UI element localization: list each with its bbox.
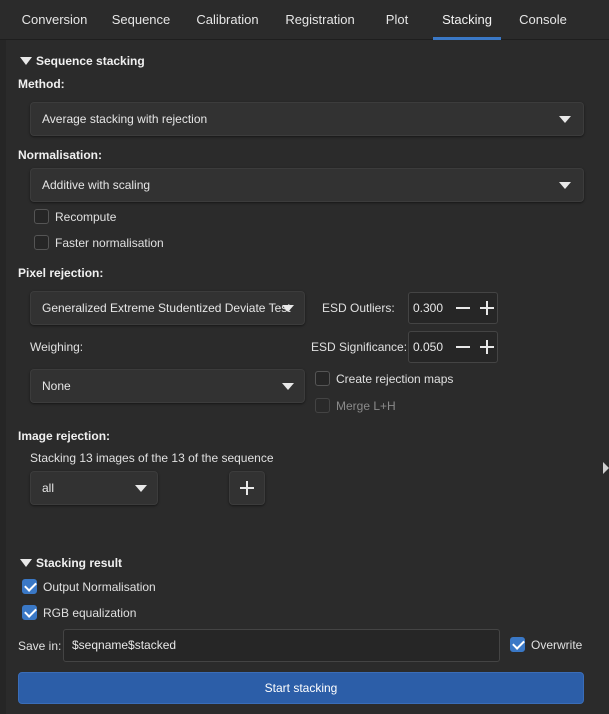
start-stacking-button[interactable]: Start stacking xyxy=(18,672,584,704)
image-filter-value: all xyxy=(42,481,55,495)
weighing-label: Weighing: xyxy=(30,340,84,354)
rgb-equalization-label: RGB equalization xyxy=(43,605,137,620)
create-rejection-maps-label: Create rejection maps xyxy=(336,371,454,386)
method-dropdown[interactable]: Average stacking with rejection xyxy=(30,102,584,136)
plus-icon[interactable] xyxy=(477,337,497,357)
image-rejection-label: Image rejection: xyxy=(18,429,111,443)
method-value: Average stacking with rejection xyxy=(42,112,208,126)
esd-outliers-value[interactable]: 0.300 xyxy=(413,293,443,323)
chevron-down-icon xyxy=(559,116,571,123)
chevron-down-icon xyxy=(282,305,294,312)
plus-icon[interactable] xyxy=(477,298,497,318)
output-normalisation-checkbox[interactable]: Output Normalisation xyxy=(22,579,156,594)
save-in-label: Save in: xyxy=(18,639,62,653)
collapse-triangle-icon xyxy=(20,57,32,65)
tab-stacking[interactable]: Stacking xyxy=(433,0,501,40)
checkbox-box[interactable] xyxy=(22,579,37,594)
esd-outliers-spinbox[interactable]: 0.300 xyxy=(408,292,498,324)
stacking-info-text: Stacking 13 images of the 13 of the sequ… xyxy=(30,451,274,465)
merge-lh-label: Merge L+H xyxy=(336,398,396,413)
esd-significance-spinbox[interactable]: 0.050 xyxy=(408,331,498,363)
tab-registration[interactable]: Registration xyxy=(280,0,360,40)
recompute-checkbox[interactable]: Recompute xyxy=(34,209,116,224)
rejection-method-dropdown[interactable]: Generalized Extreme Studentized Deviate … xyxy=(30,291,305,325)
recompute-label: Recompute xyxy=(55,209,117,224)
tab-console[interactable]: Console xyxy=(515,0,571,40)
tab-plot[interactable]: Plot xyxy=(377,0,417,40)
tab-sequence[interactable]: Sequence xyxy=(106,0,176,40)
checkbox-box[interactable] xyxy=(315,371,330,386)
section-title: Stacking result xyxy=(36,556,123,570)
checkbox-box[interactable] xyxy=(34,235,49,250)
overwrite-label: Overwrite xyxy=(531,637,583,652)
left-edge xyxy=(0,40,6,714)
checkbox-box[interactable] xyxy=(510,637,525,652)
method-label: Method: xyxy=(18,77,65,91)
tab-conversion[interactable]: Conversion xyxy=(12,0,97,40)
rgb-equalization-checkbox[interactable]: RGB equalization xyxy=(22,605,136,620)
sequence-stacking-header[interactable]: Sequence stacking xyxy=(20,54,145,68)
esd-significance-value[interactable]: 0.050 xyxy=(413,332,443,362)
checkbox-box[interactable] xyxy=(22,605,37,620)
esd-outliers-label: ESD Outliers: xyxy=(322,301,395,315)
tab-bar: Conversion Sequence Calibration Registra… xyxy=(0,0,609,40)
chevron-down-icon xyxy=(559,182,571,189)
add-filter-button[interactable] xyxy=(229,471,265,505)
tab-calibration[interactable]: Calibration xyxy=(190,0,265,40)
weighing-value: None xyxy=(42,379,71,393)
overwrite-checkbox[interactable]: Overwrite xyxy=(510,637,582,652)
pixel-rejection-label: Pixel rejection: xyxy=(18,266,104,280)
minus-icon[interactable] xyxy=(453,298,473,318)
faster-normalisation-checkbox[interactable]: Faster normalisation xyxy=(34,235,164,250)
minus-icon[interactable] xyxy=(453,337,473,357)
esd-significance-label: ESD Significance: xyxy=(311,340,408,354)
stacking-result-header[interactable]: Stacking result xyxy=(20,556,122,570)
image-filter-dropdown[interactable]: all xyxy=(30,471,158,505)
chevron-down-icon xyxy=(282,383,294,390)
weighing-dropdown[interactable]: None xyxy=(30,369,305,403)
collapse-triangle-icon xyxy=(20,559,32,567)
normalisation-label: Normalisation: xyxy=(18,148,103,162)
panel-expand-arrow-icon[interactable] xyxy=(603,462,609,474)
merge-lh-checkbox: Merge L+H xyxy=(315,398,396,413)
section-title: Sequence stacking xyxy=(36,54,145,68)
save-in-input[interactable]: $seqname$stacked xyxy=(63,629,500,662)
create-rejection-maps-checkbox[interactable]: Create rejection maps xyxy=(315,371,453,386)
normalisation-value: Additive with scaling xyxy=(42,178,151,192)
faster-normalisation-label: Faster normalisation xyxy=(55,235,164,250)
chevron-down-icon xyxy=(135,485,147,492)
rejection-method-value: Generalized Extreme Studentized Deviate … xyxy=(42,301,291,315)
checkbox-box xyxy=(315,398,330,413)
checkbox-box[interactable] xyxy=(34,209,49,224)
output-normalisation-label: Output Normalisation xyxy=(43,579,156,594)
normalisation-dropdown[interactable]: Additive with scaling xyxy=(30,168,584,202)
